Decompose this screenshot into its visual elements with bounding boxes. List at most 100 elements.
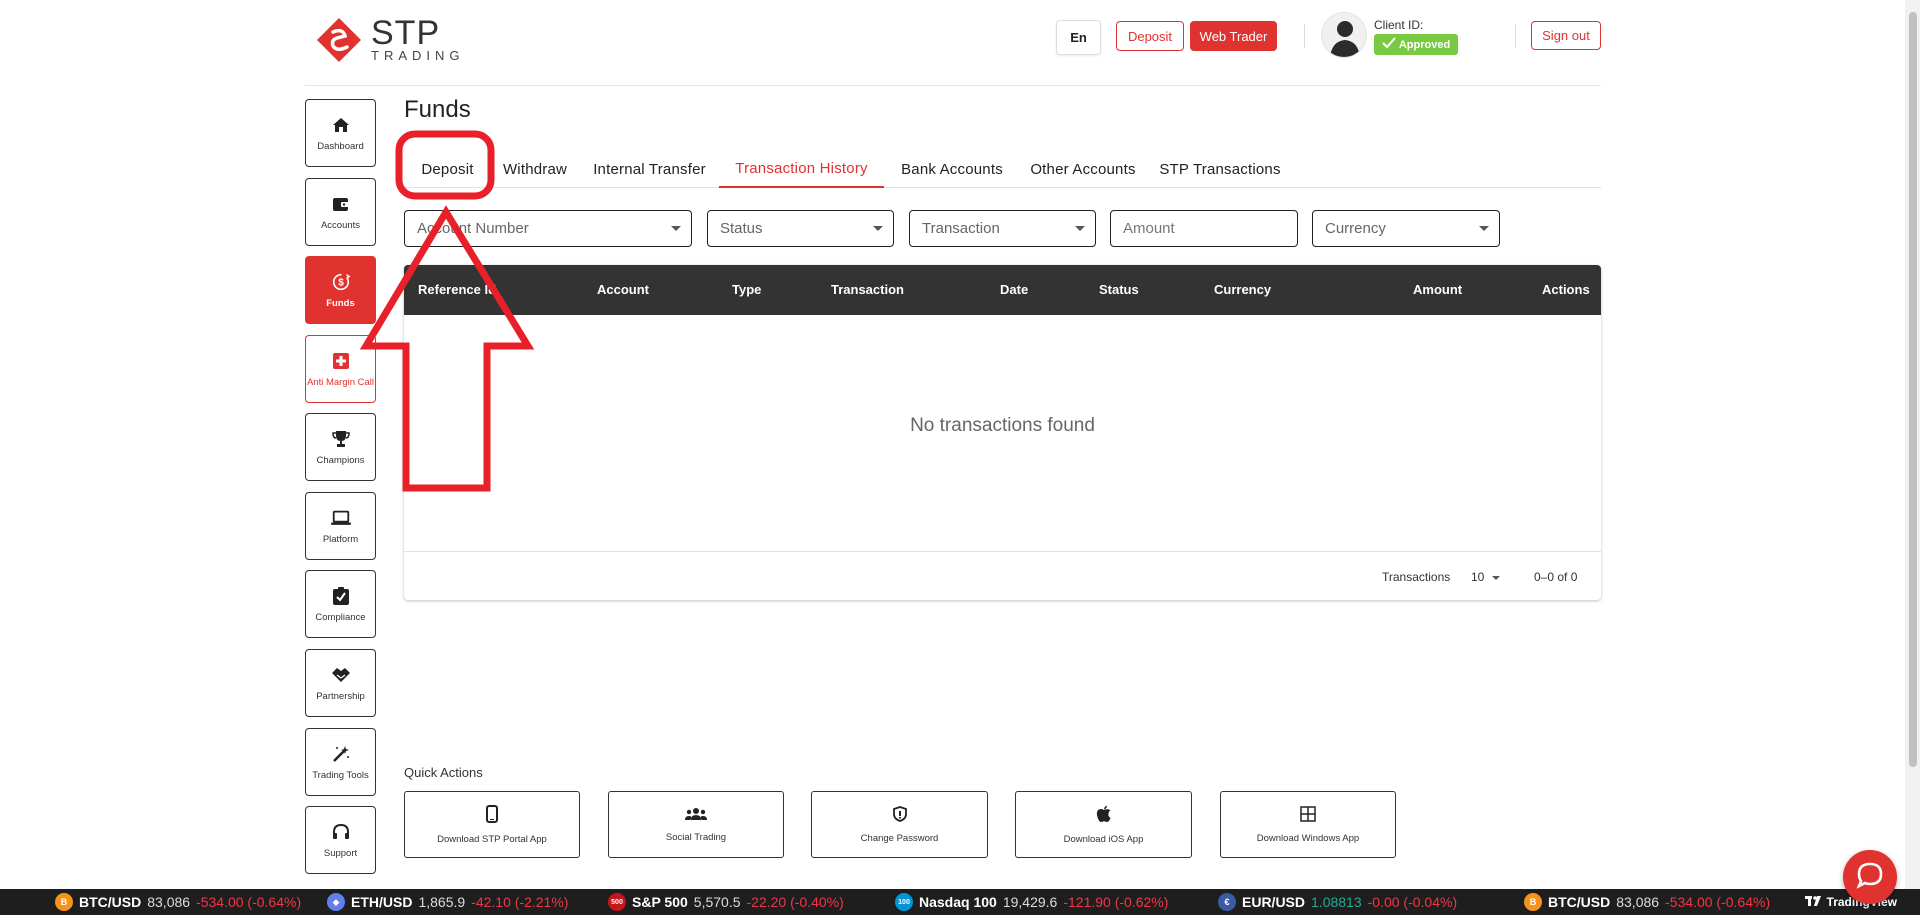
ticker-symbol: BTC/USD: [79, 894, 142, 910]
status-select[interactable]: Status: [707, 210, 894, 247]
table-header: Reference Id Account Type Transaction Da…: [404, 265, 1601, 315]
sidebar-item-label: Platform: [322, 533, 359, 545]
sidebar-item-label: Compliance: [315, 611, 366, 623]
web-trader-button[interactable]: Web Trader: [1190, 21, 1277, 51]
ticker-price: 1.08813: [1311, 894, 1362, 910]
plus-shield-icon: [331, 351, 351, 371]
sidebar-item-accounts[interactable]: Accounts: [305, 178, 376, 246]
sidebar-item-label: Partnership: [316, 690, 365, 702]
quick-action-label: Download STP Portal App: [437, 833, 547, 845]
column-header-reference-id[interactable]: Reference Id: [418, 265, 496, 315]
user-avatar[interactable]: [1321, 12, 1367, 58]
language-button[interactable]: En: [1056, 20, 1101, 55]
clipboard-check-icon: [331, 586, 351, 606]
account-number-placeholder: Account Number: [417, 220, 529, 237]
sidebar-item-funds[interactable]: $ Funds: [305, 256, 376, 324]
download-ios-app-button[interactable]: Download iOS App: [1015, 791, 1192, 858]
column-header-amount[interactable]: Amount: [1413, 265, 1462, 315]
currency-select[interactable]: Currency: [1312, 210, 1500, 247]
live-chat-button[interactable]: [1843, 850, 1897, 904]
check-icon: [1382, 37, 1396, 52]
column-header-transaction[interactable]: Transaction: [831, 265, 904, 315]
sidebar-item-trading-tools[interactable]: Trading Tools: [305, 728, 376, 796]
eur-usd-flag-icon: €: [1218, 893, 1236, 911]
svg-text:$: $: [338, 277, 344, 288]
page-scrollbar[interactable]: [1905, 0, 1920, 889]
sidebar-item-dashboard[interactable]: Dashboard: [305, 99, 376, 167]
column-header-date[interactable]: Date: [1000, 265, 1028, 315]
stp-logo[interactable]: STP TRADING: [315, 16, 465, 64]
ticker-change: -534.00 (-0.64%): [196, 894, 302, 910]
ticker-item[interactable]: B BTC/USD 83,086 -534.00 (-0.64%): [1524, 889, 1770, 915]
column-header-actions: Actions: [1542, 282, 1590, 297]
quick-action-label: Social Trading: [665, 831, 727, 843]
sidebar-item-support[interactable]: Support: [305, 806, 376, 874]
tab-other-accounts[interactable]: Other Accounts: [1021, 150, 1145, 188]
ticker-symbol: ETH/USD: [351, 894, 413, 910]
apple-icon: [1096, 805, 1112, 828]
client-id-label: Client ID:: [1374, 18, 1424, 32]
transactions-table: Reference Id Account Type Transaction Da…: [404, 265, 1601, 600]
sidebar-item-partnership[interactable]: Partnership: [305, 649, 376, 717]
ticker-change: -0.00 (-0.04%): [1367, 894, 1458, 910]
header-deposit-button[interactable]: Deposit: [1116, 21, 1184, 51]
tab-transaction-history[interactable]: Transaction History: [719, 150, 884, 188]
sign-out-button[interactable]: Sign out: [1531, 21, 1601, 50]
tab-internal-transfer[interactable]: Internal Transfer: [587, 150, 712, 188]
tab-stp-transactions[interactable]: STP Transactions: [1153, 150, 1287, 188]
download-windows-app-button[interactable]: Download Windows App: [1220, 791, 1396, 858]
ticker-item[interactable]: € EUR/USD 1.08813 -0.00 (-0.04%): [1218, 889, 1457, 915]
sidebar-item-compliance[interactable]: Compliance: [305, 570, 376, 638]
column-header-type[interactable]: Type: [732, 265, 761, 315]
sp500-icon: 500: [608, 893, 626, 911]
column-header-status[interactable]: Status: [1099, 265, 1139, 315]
download-stp-portal-app-button[interactable]: Download STP Portal App: [404, 791, 580, 858]
tab-deposit[interactable]: Deposit: [412, 150, 483, 188]
ticker-change: -42.10 (-2.21%): [471, 894, 569, 910]
users-icon: [685, 807, 707, 826]
tab-bank-accounts[interactable]: Bank Accounts: [891, 150, 1013, 188]
amount-input[interactable]: [1123, 220, 1297, 237]
bitcoin-icon: B: [55, 893, 73, 911]
ticker-item[interactable]: 500 S&P 500 5,570.5 -22.20 (-0.40%): [608, 889, 844, 915]
sidebar-item-anti-margin-call[interactable]: Anti Margin Call: [305, 335, 376, 403]
ticker-change: -22.20 (-0.40%): [746, 894, 844, 910]
account-number-select[interactable]: Account Number: [404, 210, 692, 247]
scrollbar-thumb[interactable]: [1909, 12, 1917, 767]
shield-key-icon: [892, 805, 907, 827]
chevron-down-icon: [873, 226, 883, 231]
sidebar-item-label: Trading Tools: [312, 769, 369, 781]
ticker-item[interactable]: 100 Nasdaq 100 19,429.6 -121.90 (-0.62%): [895, 889, 1168, 915]
social-trading-button[interactable]: Social Trading: [608, 791, 784, 858]
ticker-price: 19,429.6: [1002, 894, 1058, 910]
tab-withdraw[interactable]: Withdraw: [493, 150, 577, 188]
sidebar-item-label: Champions: [316, 454, 365, 466]
sidebar-item-champions[interactable]: Champions: [305, 413, 376, 481]
stp-logo-icon: [315, 16, 363, 64]
table-pagination: Transactions 10 0–0 of 0: [404, 551, 1601, 600]
wallet-icon: [331, 194, 351, 214]
handshake-icon: [331, 665, 351, 685]
ticker-symbol: Nasdaq 100: [919, 894, 997, 910]
column-header-currency[interactable]: Currency: [1214, 265, 1271, 315]
sidebar-item-label: Funds: [326, 297, 355, 309]
magic-wand-icon: [331, 744, 351, 764]
quick-action-label: Download iOS App: [1063, 833, 1144, 845]
logo-trading-text: TRADING: [371, 48, 465, 63]
funds-icon: $: [331, 272, 351, 292]
ticker-item[interactable]: ◆ ETH/USD 1,865.9 -42.10 (-2.21%): [327, 889, 568, 915]
column-header-account[interactable]: Account: [597, 265, 649, 315]
change-password-button[interactable]: Change Password: [811, 791, 988, 858]
market-ticker: B BTC/USD 83,086 -534.00 (-0.64%) ◆ ETH/…: [0, 889, 1920, 915]
quick-action-label: Change Password: [860, 832, 939, 844]
ticker-symbol: S&P 500: [632, 894, 688, 910]
header-divider: [1304, 24, 1305, 48]
tradingview-icon: [1804, 895, 1823, 910]
chat-bubble-icon: [1855, 860, 1885, 895]
funds-tabs: Deposit Withdraw Internal Transfer Trans…: [404, 150, 1601, 188]
headset-icon: [331, 822, 351, 842]
ticker-item[interactable]: B BTC/USD 83,086 -534.00 (-0.64%): [55, 889, 301, 915]
rows-per-page-select[interactable]: 10: [1471, 570, 1501, 584]
transaction-select[interactable]: Transaction: [909, 210, 1096, 247]
sidebar-item-platform[interactable]: Platform: [305, 492, 376, 560]
